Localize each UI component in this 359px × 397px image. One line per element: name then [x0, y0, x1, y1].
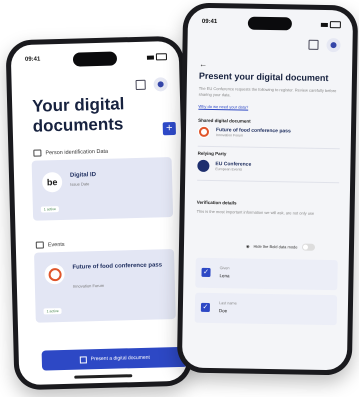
status-time: 09:41 — [24, 56, 41, 63]
avatar[interactable] — [326, 38, 341, 53]
dynamic-island — [72, 51, 118, 67]
why-data-link[interactable]: Why do we need your data? — [198, 104, 248, 110]
status-time: 09:41 — [201, 18, 218, 26]
qr-scan-icon[interactable] — [308, 39, 319, 50]
bold-mode-toggle[interactable]: ◉ Hide the Bold data mode — [246, 243, 315, 251]
relying-party-subtitle: European Events — [215, 167, 243, 172]
intro-text: The EU Conference requests the following… — [198, 85, 337, 98]
add-document-button[interactable]: + — [162, 121, 176, 136]
shared-document-row: Future of food conference pass Innovatio… — [197, 125, 291, 140]
status-icons — [146, 53, 168, 61]
card-title: Digital ID — [69, 172, 97, 179]
right-screen: 09:41 ← Present your digital document Th… — [181, 7, 354, 371]
document-card-digital-id[interactable]: be Digital ID Issue Date 1 active — [31, 157, 174, 221]
checkbox-checked-icon[interactable]: ✓ — [200, 302, 211, 313]
right-phone: 09:41 ← Present your digital document Th… — [176, 2, 359, 376]
field-value: Lena — [219, 273, 230, 279]
page-title: Your digital documents — [31, 94, 125, 136]
status-icons — [320, 21, 341, 29]
present-button-label: Present a digital document — [90, 354, 150, 363]
verification-label: Verification details — [196, 199, 237, 206]
card-subtitle: Innovation Forum — [72, 282, 105, 289]
verification-text: This is the most important information w… — [196, 208, 315, 216]
person-icon — [33, 149, 42, 157]
divider — [197, 145, 340, 150]
section-person-id: Person identification Data — [33, 148, 108, 157]
relying-party-row: EU Conference European Events — [197, 159, 251, 173]
card-subtitle: Issue Date — [70, 181, 90, 187]
section-events: Events — [35, 241, 65, 249]
header-actions — [308, 38, 341, 53]
header-actions — [135, 77, 168, 92]
battery-icon — [155, 53, 168, 61]
conference-logo-icon — [44, 263, 65, 285]
field-value: Doe — [218, 308, 228, 314]
back-button[interactable]: ← — [199, 60, 207, 69]
eye-icon: ◉ — [245, 243, 250, 249]
field-given-name[interactable]: ✓ Given Lena — [195, 257, 338, 291]
qr-icon — [79, 355, 87, 364]
avatar[interactable] — [153, 77, 168, 92]
page-title: Present your digital document — [198, 70, 329, 84]
toggle-label: Hide the Bold data mode — [253, 243, 298, 250]
signal-icon — [320, 22, 328, 27]
conference-logo-icon — [197, 125, 211, 138]
eu-logo-icon — [197, 159, 210, 172]
divider — [197, 179, 340, 184]
relying-party-label: Relying Party — [197, 150, 227, 157]
qr-scan-icon[interactable] — [135, 79, 146, 90]
present-document-button[interactable]: Present a digital document — [41, 346, 188, 371]
status-badge: 1 active — [40, 206, 60, 213]
section-label: Person identification Data — [45, 148, 109, 156]
user-icon — [157, 81, 164, 88]
toggle-switch[interactable] — [301, 243, 315, 251]
battery-icon — [329, 21, 341, 29]
left-phone: 09:41 Your digital documents + Person id… — [5, 35, 193, 391]
section-label: Events — [47, 241, 65, 248]
status-badge: 1 active — [43, 308, 62, 315]
left-screen: 09:41 Your digital documents + Person id… — [10, 40, 188, 386]
user-icon — [330, 42, 337, 49]
signal-icon — [146, 55, 154, 60]
be-logo-icon: be — [41, 171, 63, 193]
field-last-name[interactable]: ✓ Last name Doe — [194, 292, 338, 326]
field-name: Last name — [218, 301, 237, 306]
document-card-conference-pass[interactable]: Future of food conference pass Innovatio… — [34, 249, 176, 323]
checkbox-checked-icon[interactable]: ✓ — [201, 267, 211, 278]
home-indicator — [74, 374, 133, 379]
dynamic-island — [247, 16, 292, 31]
shared-document-label: Shared digital document — [198, 117, 251, 124]
calendar-icon — [35, 241, 44, 249]
card-title: Future of food conference pass — [72, 262, 163, 271]
field-name: Given — [219, 266, 230, 271]
